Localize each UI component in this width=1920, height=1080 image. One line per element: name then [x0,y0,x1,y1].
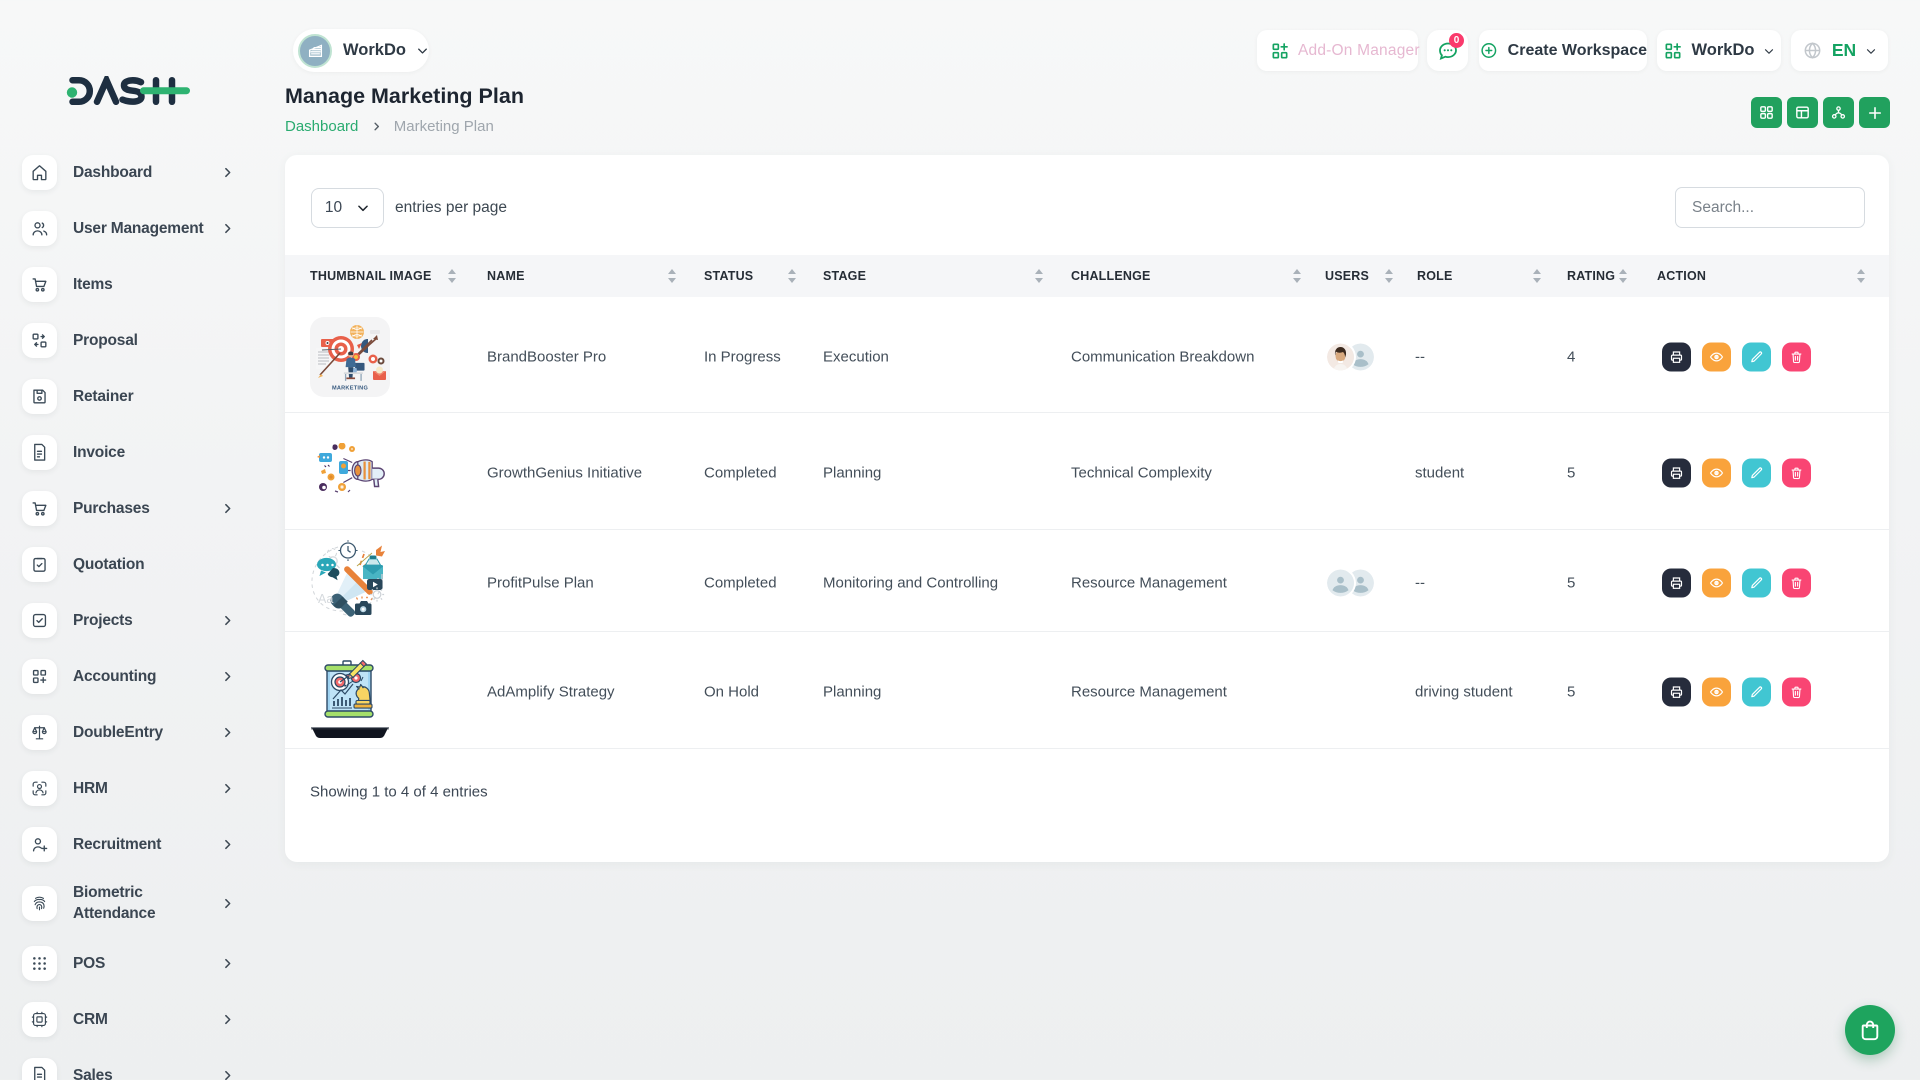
svg-text:Aa: Aa [318,592,333,606]
svg-text:MARKETING: MARKETING [332,386,368,392]
